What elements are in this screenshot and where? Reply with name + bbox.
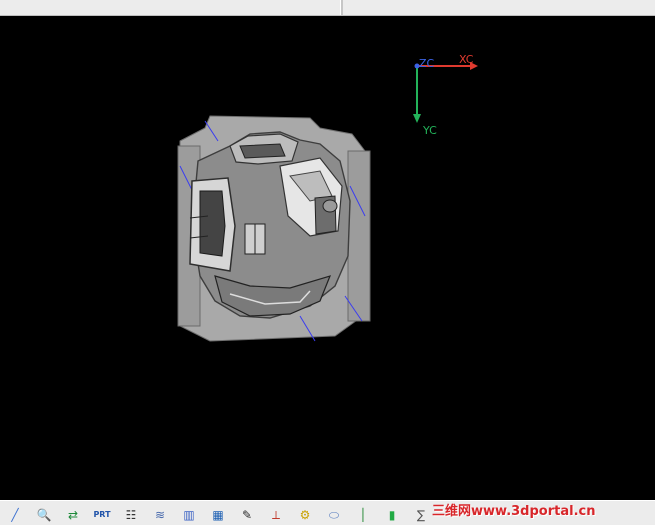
formula-tool-icon[interactable]: ∑ xyxy=(410,505,432,525)
cylinder-tool-icon[interactable]: ⬭ xyxy=(323,505,345,525)
search-tool-icon[interactable]: 🔍 xyxy=(33,505,55,525)
ruler-tool-icon[interactable]: │ xyxy=(352,505,374,525)
graphics-viewport[interactable]: ZC XC YC xyxy=(0,16,655,500)
gear-tool-icon[interactable]: ⚙ xyxy=(294,505,316,525)
sketch-tool-icon[interactable]: ╱ xyxy=(4,505,26,525)
yc-axis-label: YC xyxy=(423,124,437,137)
table-tool-icon[interactable]: ▦ xyxy=(207,505,229,525)
csys-tool-icon[interactable]: ⟂ xyxy=(265,505,287,525)
flow-tool-icon[interactable]: ⇄ xyxy=(62,505,84,525)
site-watermark: 三维网www.3dportal.cn xyxy=(432,504,596,519)
xc-axis-label: XC xyxy=(459,53,474,66)
book-tool-icon[interactable]: ▥ xyxy=(178,505,200,525)
layers-tool-icon[interactable]: ≋ xyxy=(149,505,171,525)
wcs-triad: ZC XC YC xyxy=(400,46,490,146)
bar-tool-icon[interactable]: ▮ xyxy=(381,505,403,525)
window-title-bar xyxy=(0,0,655,16)
mold-part-model[interactable] xyxy=(170,106,380,351)
tree-tool-icon[interactable]: ☷ xyxy=(120,505,142,525)
prt-tool-icon[interactable]: PRT xyxy=(91,505,113,525)
pen-tool-icon[interactable]: ✎ xyxy=(236,505,258,525)
title-divider xyxy=(340,0,343,15)
zc-axis-label: ZC xyxy=(419,57,435,70)
